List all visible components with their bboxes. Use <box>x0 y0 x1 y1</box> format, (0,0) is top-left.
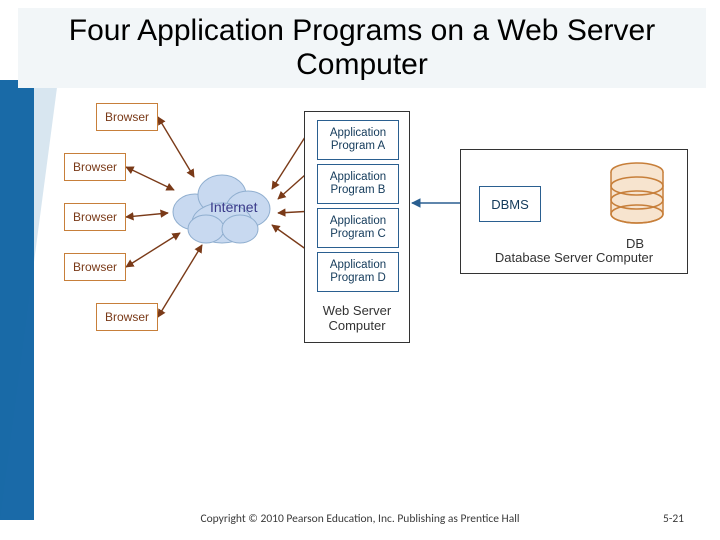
browser-box-2: Browser <box>64 153 126 181</box>
app-label: Application Program A <box>318 127 398 153</box>
page-number: 5-21 <box>663 512 684 526</box>
db-label: DB <box>626 236 644 251</box>
db-server-caption: Database Server Computer <box>461 250 687 265</box>
app-label: Application Program C <box>318 215 398 241</box>
db-server-group: DBMS DB Database Server Computer <box>460 149 688 274</box>
dbms-box: DBMS <box>479 186 541 222</box>
app-program-b: Application Program B <box>317 164 399 204</box>
browser-label: Browser <box>73 160 117 174</box>
web-server-group: Application Program A Application Progra… <box>304 111 410 343</box>
browser-box-4: Browser <box>64 253 126 281</box>
browser-label: Browser <box>105 110 149 124</box>
internet-label: Internet <box>210 199 257 215</box>
browser-label: Browser <box>73 210 117 224</box>
browser-box-5: Browser <box>96 303 158 331</box>
browser-label: Browser <box>105 310 149 324</box>
web-server-caption: Web Server Computer <box>305 303 409 334</box>
db-cylinder-icon <box>607 162 667 234</box>
app-label: Application Program B <box>318 171 398 197</box>
diagram-stage: Browser Browser Browser Browser Browser … <box>34 95 706 485</box>
title-container: Four Application Programs on a Web Serve… <box>18 8 706 88</box>
app-program-d: Application Program D <box>317 252 399 292</box>
browser-box-1: Browser <box>96 103 158 131</box>
slide: Four Application Programs on a Web Serve… <box>0 0 720 540</box>
browser-box-3: Browser <box>64 203 126 231</box>
slide-title: Four Application Programs on a Web Serve… <box>48 14 676 83</box>
copyright-footer: Copyright © 2010 Pearson Education, Inc.… <box>0 512 720 526</box>
app-program-c: Application Program C <box>317 208 399 248</box>
app-program-a: Application Program A <box>317 120 399 160</box>
app-label: Application Program D <box>318 259 398 285</box>
dbms-label: DBMS <box>491 197 529 212</box>
browser-label: Browser <box>73 260 117 274</box>
